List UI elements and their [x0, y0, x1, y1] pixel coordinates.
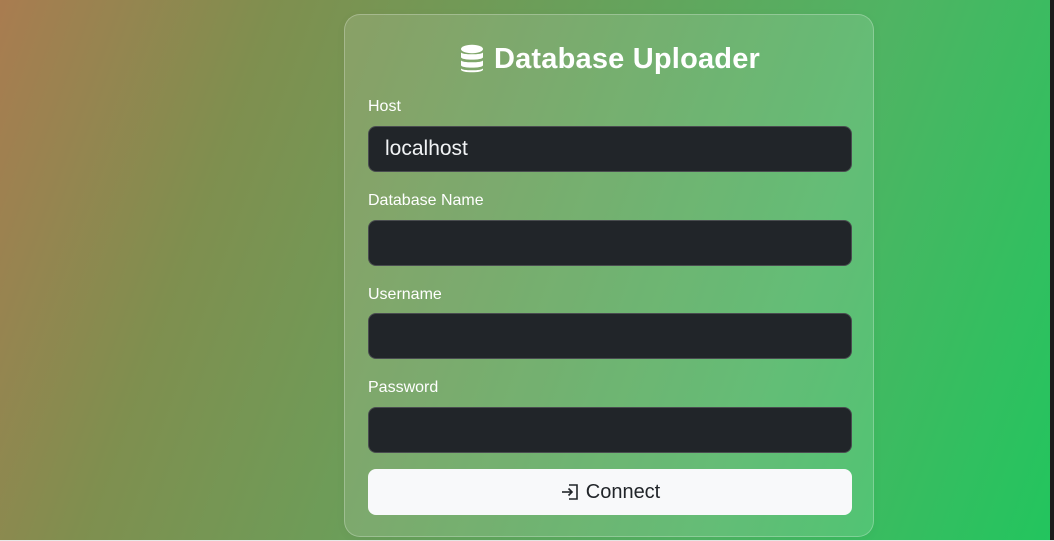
database-name-input[interactable]	[368, 220, 852, 266]
database-name-label: Database Name	[368, 192, 484, 209]
connect-button-label: Connect	[585, 480, 661, 503]
page-title: Database Uploader	[493, 42, 761, 75]
window-edge	[1050, 0, 1054, 541]
password-input[interactable]	[368, 407, 852, 453]
login-card: Database Uploader Host Database Name Use…	[344, 14, 874, 537]
host-input[interactable]	[368, 126, 852, 172]
connect-button[interactable]: Connect	[368, 469, 852, 515]
database-icon	[460, 44, 484, 74]
username-input[interactable]	[368, 313, 852, 359]
password-label: Password	[368, 379, 439, 396]
login-icon	[560, 482, 580, 502]
username-label: Username	[368, 286, 442, 303]
host-label: Host	[368, 98, 401, 115]
page-title-row: Database Uploader	[345, 39, 875, 79]
